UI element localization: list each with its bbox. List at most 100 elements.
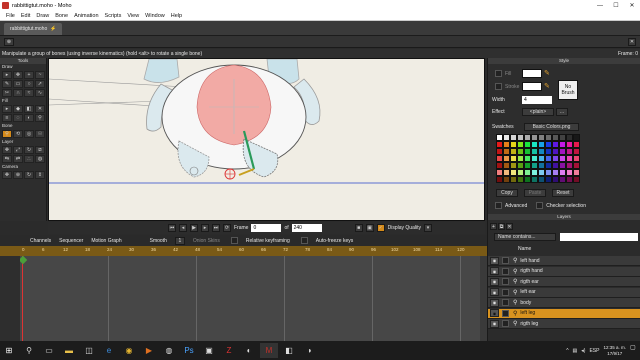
layer-visibility-icon[interactable]: ◉ xyxy=(490,309,499,317)
zoom-camera-icon[interactable]: ⊕ xyxy=(13,171,23,179)
color-swatch[interactable] xyxy=(559,169,566,176)
rotate-layer-icon[interactable]: ↻ xyxy=(24,146,34,154)
color-swatch[interactable] xyxy=(496,134,503,141)
search-icon[interactable]: ⚲ xyxy=(20,343,38,358)
color-swatch[interactable] xyxy=(566,176,573,183)
stroke-exposure-icon[interactable]: ◐ xyxy=(24,114,34,122)
color-swatch[interactable] xyxy=(538,176,545,183)
color-swatch[interactable] xyxy=(552,134,559,141)
layer-visibility-icon[interactable]: ◉ xyxy=(490,267,499,275)
color-swatch[interactable] xyxy=(573,148,580,155)
color-swatch[interactable] xyxy=(517,176,524,183)
color-swatch[interactable] xyxy=(573,162,580,169)
layer-visibility-icon[interactable]: ◉ xyxy=(490,319,499,328)
relative-keyframing-checkbox[interactable] xyxy=(230,237,238,244)
volume-icon[interactable]: ◂) xyxy=(581,348,585,354)
photoshop-icon[interactable]: Ps xyxy=(180,343,198,358)
color-swatch[interactable] xyxy=(538,134,545,141)
quality-icon[interactable]: ▣ xyxy=(365,224,374,232)
manipulate-bones-icon[interactable]: ⚲ xyxy=(2,130,12,138)
color-swatch[interactable] xyxy=(517,141,524,148)
magnet-icon[interactable]: ∩ xyxy=(13,89,23,97)
color-swatch[interactable] xyxy=(545,176,552,183)
color-swatch[interactable] xyxy=(503,134,510,141)
color-swatch[interactable] xyxy=(573,141,580,148)
layer-settings-icon[interactable]: ■ xyxy=(354,224,363,232)
menu-edit[interactable]: Edit xyxy=(21,13,30,19)
color-swatch[interactable] xyxy=(552,155,559,162)
color-swatch[interactable] xyxy=(524,162,531,169)
close-button[interactable]: ✕ xyxy=(624,0,640,11)
color-swatch[interactable] xyxy=(559,134,566,141)
orbit-icon[interactable]: ◍ xyxy=(35,155,45,163)
width-input[interactable]: 4 xyxy=(522,96,552,104)
color-swatch[interactable] xyxy=(538,169,545,176)
chrome-icon[interactable]: ◉ xyxy=(120,343,138,358)
bone-options-icon[interactable]: ⊕ xyxy=(4,38,14,46)
total-frames-input[interactable]: 240 xyxy=(291,224,322,232)
color-swatch[interactable] xyxy=(503,169,510,176)
color-swatch[interactable] xyxy=(510,162,517,169)
arrow-icon[interactable]: ➚ xyxy=(35,80,45,88)
task-view-icon[interactable]: ▭ xyxy=(40,343,58,358)
file-explorer-icon[interactable]: ▬ xyxy=(60,343,78,358)
stroke-checkbox[interactable] xyxy=(495,83,502,90)
add-point-icon[interactable]: + xyxy=(24,71,34,79)
shear-layer-icon[interactable]: ⧄ xyxy=(35,146,45,154)
bone-strength-icon[interactable]: ◎ xyxy=(24,130,34,138)
color-swatch[interactable] xyxy=(566,134,573,141)
app-icon-4[interactable]: ◑ xyxy=(300,343,318,358)
color-swatch[interactable] xyxy=(496,169,503,176)
color-swatch[interactable] xyxy=(552,141,559,148)
color-swatch[interactable] xyxy=(524,155,531,162)
new-layer-icon[interactable]: + xyxy=(490,223,497,230)
interpolation-select[interactable]: Smooth xyxy=(150,238,167,244)
curve-profile-icon[interactable]: ∿ xyxy=(35,89,45,97)
color-swatch[interactable] xyxy=(524,169,531,176)
color-swatch[interactable] xyxy=(552,148,559,155)
particle-icon[interactable]: ∴ xyxy=(24,155,34,163)
color-swatch[interactable] xyxy=(566,169,573,176)
color-swatch[interactable] xyxy=(517,169,524,176)
translate-layer-icon[interactable]: ✥ xyxy=(2,146,12,154)
flip-layer-icon[interactable]: ⇆ xyxy=(2,155,12,163)
first-frame-button[interactable]: ⏮ xyxy=(168,224,176,232)
copy-button[interactable]: Copy xyxy=(496,189,518,197)
menu-help[interactable]: Help xyxy=(171,13,182,19)
layer-visibility-icon[interactable]: ◉ xyxy=(490,298,499,307)
select-points-icon[interactable]: ▸ xyxy=(2,71,12,79)
next-frame-button[interactable]: ▸ xyxy=(201,224,209,232)
moho-taskbar-icon[interactable]: M xyxy=(260,343,278,358)
color-swatch[interactable] xyxy=(510,176,517,183)
playhead[interactable] xyxy=(22,256,23,341)
paint-bucket-icon[interactable]: ◧ xyxy=(24,105,34,113)
color-swatch[interactable] xyxy=(552,169,559,176)
pan-tilt-camera-icon[interactable]: ⇕ xyxy=(35,171,45,179)
display-quality-label[interactable]: Display Quality xyxy=(388,225,421,231)
color-swatch[interactable] xyxy=(524,134,531,141)
menu-window[interactable]: Window xyxy=(145,13,165,19)
color-swatch[interactable] xyxy=(496,155,503,162)
delete-layer-icon[interactable]: ✕ xyxy=(506,223,513,230)
color-swatch[interactable] xyxy=(559,148,566,155)
color-swatch[interactable] xyxy=(503,141,510,148)
color-swatch[interactable] xyxy=(510,169,517,176)
color-swatch[interactable] xyxy=(559,141,566,148)
layer-row[interactable]: ◉ ⚲ left ear xyxy=(488,287,640,298)
color-swatch[interactable] xyxy=(573,176,580,183)
interpolation-value[interactable]: 1 xyxy=(174,236,185,245)
layer-checkbox[interactable] xyxy=(502,309,509,317)
color-swatch[interactable] xyxy=(510,134,517,141)
color-swatch[interactable] xyxy=(573,134,580,141)
last-frame-button[interactable]: ⏭ xyxy=(212,224,220,232)
maximize-button[interactable]: ☐ xyxy=(608,0,624,11)
layer-filter-input[interactable] xyxy=(560,233,638,241)
display-quality-check-icon[interactable]: ✓ xyxy=(376,224,385,232)
color-swatch[interactable] xyxy=(552,162,559,169)
document-tab[interactable]: rabbittigtut.moho ⚡ xyxy=(4,23,63,35)
track-camera-icon[interactable]: ✥ xyxy=(2,171,12,179)
color-swatch[interactable] xyxy=(566,162,573,169)
color-swatch[interactable] xyxy=(538,141,545,148)
layer-row[interactable]: ◉ ⚲ rigth hand xyxy=(488,266,640,277)
canvas[interactable] xyxy=(48,58,485,221)
